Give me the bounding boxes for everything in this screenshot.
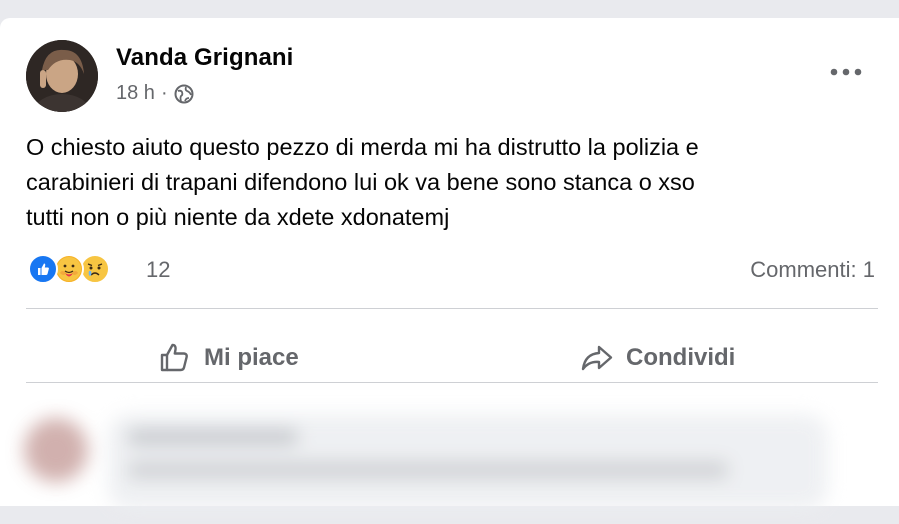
- like-label: Mi piace: [204, 344, 299, 371]
- sad-reaction-icon: [80, 254, 110, 284]
- author-name[interactable]: Vanda Grignani: [116, 44, 293, 72]
- avatar-photo: [26, 40, 98, 112]
- commenter-avatar: [24, 418, 88, 482]
- thumbs-up-icon: [158, 341, 192, 375]
- post-time[interactable]: 18 h: [116, 82, 155, 105]
- share-icon: [580, 341, 614, 375]
- divider-bottom: [26, 382, 878, 383]
- comment-author-placeholder: [128, 430, 298, 444]
- more-options-icon[interactable]: [826, 58, 866, 86]
- like-button[interactable]: Mi piace: [158, 328, 299, 388]
- reaction-count[interactable]: 12: [146, 257, 170, 283]
- share-label: Condividi: [626, 344, 736, 371]
- meta-separator: ·: [160, 82, 168, 104]
- like-reaction-icon: [28, 254, 58, 284]
- care-reaction-icon: [54, 254, 84, 284]
- divider-top: [26, 308, 878, 309]
- post-card: Vanda Grignani 18 h · O chiesto aiuto qu…: [0, 18, 899, 510]
- reaction-icons[interactable]: [28, 254, 110, 284]
- author-avatar[interactable]: [26, 40, 98, 112]
- blurred-comment: [18, 400, 878, 524]
- post-meta: 18 h ·: [116, 82, 194, 105]
- globe-icon: [174, 84, 194, 104]
- comment-text-placeholder: [128, 462, 728, 478]
- share-button[interactable]: Condividi: [580, 328, 735, 388]
- comments-count[interactable]: Commenti: 1: [750, 257, 875, 283]
- post-text: O chiesto aiuto questo pezzo di merda mi…: [26, 134, 699, 230]
